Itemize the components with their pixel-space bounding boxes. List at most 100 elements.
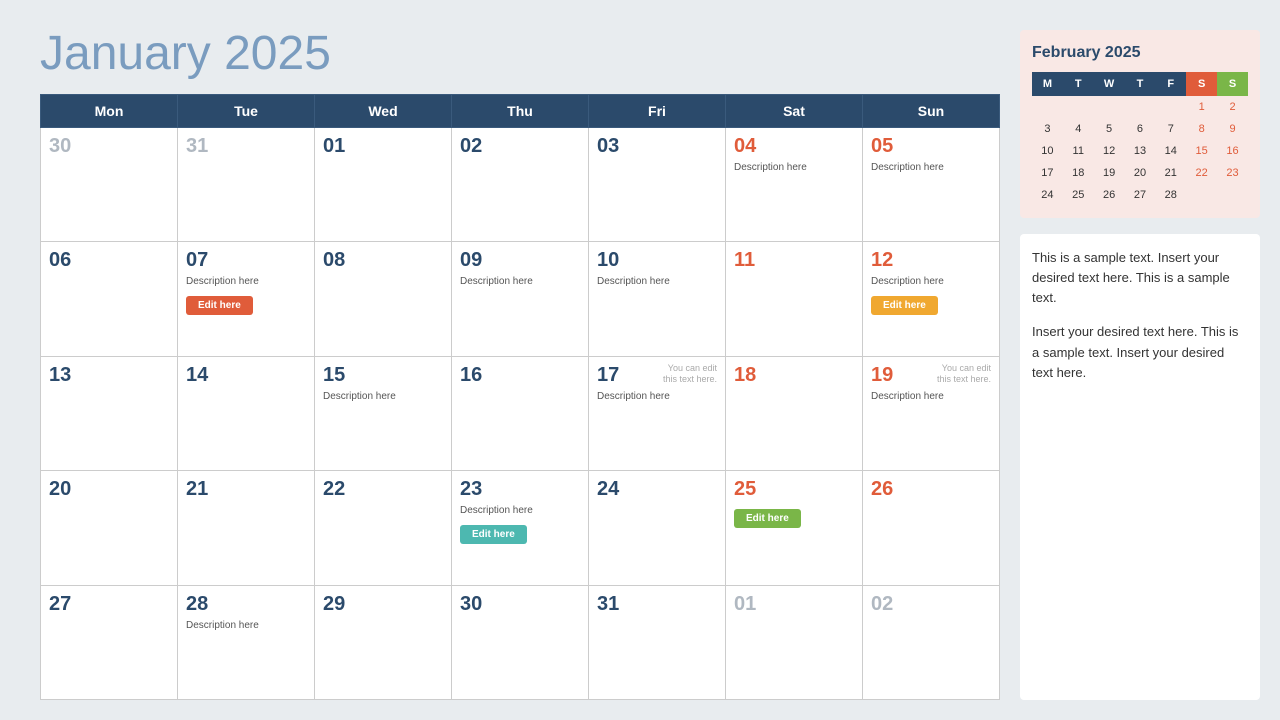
day-description: Description here <box>871 161 991 174</box>
day-number: 01 <box>734 592 756 616</box>
mini-cal-cell-0-3 <box>1125 96 1156 118</box>
day-number: 20 <box>49 477 71 501</box>
calendar-cell-4-5: 01 <box>726 585 863 699</box>
mini-cal-cell-3-3: 20 <box>1125 162 1156 184</box>
day-number: 27 <box>49 592 71 616</box>
day-number: 13 <box>49 363 71 387</box>
calendar-cell-0-2: 01 <box>315 128 452 242</box>
day-note: You can edit this text here. <box>662 363 717 385</box>
calendar-header-fri: Fri <box>589 95 726 128</box>
mini-cal-header-w-2: W <box>1094 72 1125 96</box>
edit-button[interactable]: Edit here <box>186 296 253 315</box>
mini-cal-cell-4-2: 26 <box>1094 184 1125 206</box>
mini-cal-cell-2-6: 16 <box>1217 140 1248 162</box>
edit-button[interactable]: Edit here <box>871 296 938 315</box>
edit-button[interactable]: Edit here <box>734 509 801 528</box>
day-number: 22 <box>323 477 345 501</box>
day-description: Description here <box>186 619 306 632</box>
day-number: 09 <box>460 248 482 272</box>
mini-cal-cell-3-6: 23 <box>1217 162 1248 184</box>
calendar-header-row: MonTueWedThuFriSatSun <box>41 95 1000 128</box>
day-number: 12 <box>871 248 893 272</box>
day-number: 23 <box>460 477 482 501</box>
calendar-cell-4-1: 28 Description here <box>178 585 315 699</box>
main-section: January 20 25 MonTueWedThuFriSatSun 30 31 0… <box>40 30 1000 700</box>
mini-calendar-box: February 2025 MTWTFSS 123456789101112131… <box>1020 30 1260 218</box>
calendar-cell-0-6: 05 Description here <box>863 128 1000 242</box>
calendar-cell-3-5: 25 Edit here <box>726 471 863 585</box>
calendar-cell-3-3: 23Description hereEdit here <box>452 471 589 585</box>
calendar-cell-1-2: 08 <box>315 242 452 356</box>
mini-cal-row-0: 12 <box>1032 96 1248 118</box>
edit-button[interactable]: Edit here <box>460 525 527 544</box>
day-number: 24 <box>597 477 619 501</box>
mini-cal-cell-3-4: 21 <box>1155 162 1186 184</box>
day-number: 28 <box>186 592 208 616</box>
mini-cal-cell-2-1: 11 <box>1063 140 1094 162</box>
mini-cal-cell-4-4: 28 <box>1155 184 1186 206</box>
calendar-cell-2-0: 13 <box>41 356 178 470</box>
day-number: 19 <box>871 363 893 387</box>
calendar-cell-2-4: 17You can edit this text here.Descriptio… <box>589 356 726 470</box>
mini-cal-cell-0-6: 2 <box>1217 96 1248 118</box>
calendar-cell-3-6: 26 <box>863 471 1000 585</box>
calendar-cell-4-0: 27 <box>41 585 178 699</box>
mini-cal-cell-3-0: 17 <box>1032 162 1063 184</box>
mini-cal-cell-2-4: 14 <box>1155 140 1186 162</box>
mini-cal-header-t-3: T <box>1125 72 1156 96</box>
calendar-cell-2-3: 16 <box>452 356 589 470</box>
mini-cal-cell-1-3: 6 <box>1125 118 1156 140</box>
day-number: 26 <box>871 477 893 501</box>
calendar-header-tue: Tue <box>178 95 315 128</box>
mini-cal-cell-1-6: 9 <box>1217 118 1248 140</box>
mini-cal-cell-0-4 <box>1155 96 1186 118</box>
mini-cal-row-1: 3456789 <box>1032 118 1248 140</box>
calendar-header-mon: Mon <box>41 95 178 128</box>
calendar-cell-2-1: 14 <box>178 356 315 470</box>
day-number: 05 <box>871 134 893 158</box>
mini-cal-header-s-6: S <box>1217 72 1248 96</box>
calendar-cell-3-4: 24 <box>589 471 726 585</box>
calendar-header-wed: Wed <box>315 95 452 128</box>
calendar-header-sun: Sun <box>863 95 1000 128</box>
mini-cal-row-2: 10111213141516 <box>1032 140 1248 162</box>
day-number: 06 <box>49 248 71 272</box>
mini-cal-cell-3-5: 22 <box>1186 162 1217 184</box>
sidebar: February 2025 MTWTFSS 123456789101112131… <box>1020 30 1260 700</box>
calendar-cell-4-4: 31 <box>589 585 726 699</box>
sidebar-text-box: This is a sample text. Insert your desir… <box>1020 234 1260 700</box>
calendar-cell-0-4: 03 <box>589 128 726 242</box>
mini-cal-header-f-4: F <box>1155 72 1186 96</box>
day-number: 01 <box>323 134 345 158</box>
mini-cal-cell-4-5 <box>1186 184 1217 206</box>
day-description: Description here <box>186 275 306 288</box>
day-number: 25 <box>734 477 756 501</box>
day-note: You can edit this text here. <box>936 363 991 385</box>
calendar-row-1: 0607Description hereEdit here0809Descrip… <box>41 242 1000 356</box>
mini-cal-cell-1-4: 7 <box>1155 118 1186 140</box>
calendar-cell-1-5: 11 <box>726 242 863 356</box>
mini-cal-cell-1-0: 3 <box>1032 118 1063 140</box>
calendar-cell-1-4: 10 Description here <box>589 242 726 356</box>
month-label: January <box>40 27 211 80</box>
day-number: 29 <box>323 592 345 616</box>
mini-cal-cell-0-0 <box>1032 96 1063 118</box>
calendar-cell-1-3: 09Description here <box>452 242 589 356</box>
day-description: Description here <box>323 390 443 403</box>
day-number: 30 <box>460 592 482 616</box>
mini-cal-cell-2-0: 10 <box>1032 140 1063 162</box>
day-number: 02 <box>871 592 893 616</box>
mini-cal-cell-1-2: 5 <box>1094 118 1125 140</box>
calendar-cell-4-3: 30 <box>452 585 589 699</box>
mini-cal-cell-4-1: 25 <box>1063 184 1094 206</box>
calendar-cell-1-0: 06 <box>41 242 178 356</box>
day-number: 03 <box>597 134 619 158</box>
day-number: 10 <box>597 248 619 272</box>
day-number: 11 <box>734 248 755 272</box>
calendar-cell-3-1: 21 <box>178 471 315 585</box>
calendar-header-sat: Sat <box>726 95 863 128</box>
day-number: 15 <box>323 363 345 387</box>
calendar-cell-1-1: 07Description hereEdit here <box>178 242 315 356</box>
mini-cal-cell-4-6 <box>1217 184 1248 206</box>
day-description: Description here <box>597 275 717 288</box>
